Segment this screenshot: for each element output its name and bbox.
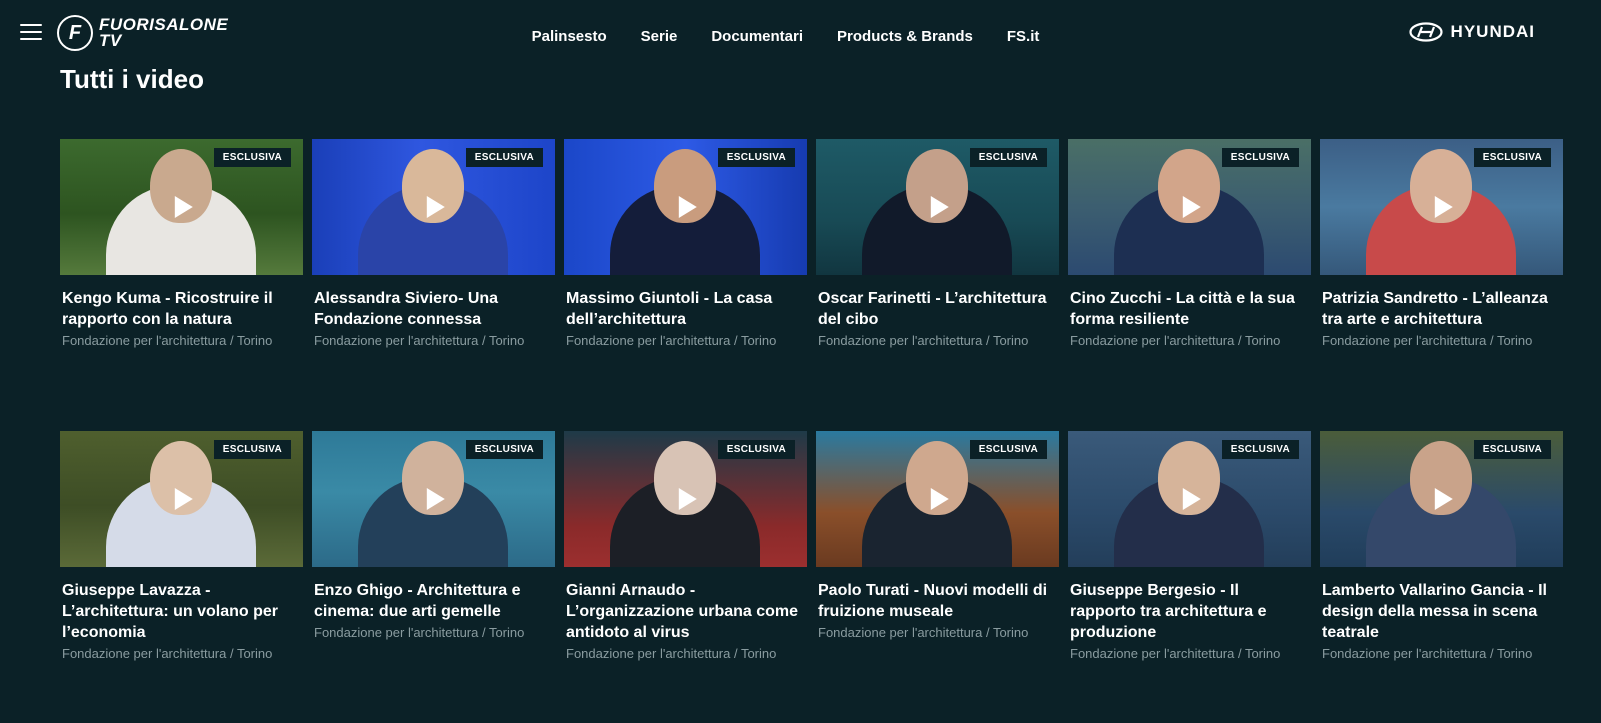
- video-card[interactable]: ESCLUSIVA Kengo Kuma - Ricostruire il ra…: [60, 139, 303, 411]
- hamburger-menu-icon[interactable]: [20, 24, 42, 40]
- video-subtitle: Fondazione per l'architettura / Torino: [1070, 646, 1281, 661]
- video-thumbnail[interactable]: ESCLUSIVA: [60, 139, 303, 275]
- nav-documentari[interactable]: Documentari: [711, 28, 803, 45]
- play-icon[interactable]: [1182, 488, 1201, 510]
- video-subtitle: Fondazione per l'architettura / Torino: [314, 625, 525, 640]
- video-title[interactable]: Massimo Giuntoli - La casa dell’architet…: [566, 288, 805, 330]
- play-icon[interactable]: [930, 196, 949, 218]
- video-thumbnail[interactable]: ESCLUSIVA: [60, 431, 303, 567]
- logo-wordmark: FUORISALONE TV: [99, 16, 228, 50]
- video-title[interactable]: Giuseppe Bergesio - Il rapporto tra arch…: [1070, 580, 1309, 643]
- nav-products-brands[interactable]: Products & Brands: [837, 28, 973, 45]
- video-subtitle: Fondazione per l'architettura / Torino: [1070, 333, 1281, 348]
- video-card[interactable]: ESCLUSIVA Oscar Farinetti - L’architettu…: [816, 139, 1059, 411]
- video-thumbnail[interactable]: ESCLUSIVA: [816, 139, 1059, 275]
- video-thumbnail[interactable]: ESCLUSIVA: [564, 431, 807, 567]
- top-header: F FUORISALONE TV Palinsesto Serie Docume…: [0, 0, 1601, 72]
- logo-mark: F: [57, 15, 93, 51]
- exclusive-badge: ESCLUSIVA: [465, 148, 543, 167]
- video-thumbnail[interactable]: ESCLUSIVA: [816, 431, 1059, 567]
- video-card[interactable]: ESCLUSIVA Enzo Ghigo - Architettura e ci…: [312, 431, 555, 703]
- video-row: ESCLUSIVA Giuseppe Lavazza - L’architett…: [60, 431, 1565, 703]
- play-icon[interactable]: [426, 488, 445, 510]
- hyundai-logo-icon: [1408, 22, 1443, 42]
- exclusive-badge: ESCLUSIVA: [717, 440, 795, 459]
- play-icon[interactable]: [426, 196, 445, 218]
- video-subtitle: Fondazione per l'architettura / Torino: [818, 625, 1029, 640]
- exclusive-badge: ESCLUSIVA: [213, 148, 291, 167]
- video-title[interactable]: Paolo Turati - Nuovi modelli di fruizion…: [818, 580, 1057, 622]
- play-icon[interactable]: [174, 488, 193, 510]
- play-icon[interactable]: [1434, 488, 1453, 510]
- video-card[interactable]: ESCLUSIVA Massimo Giuntoli - La casa del…: [564, 139, 807, 411]
- video-subtitle: Fondazione per l'architettura / Torino: [566, 646, 777, 661]
- video-subtitle: Fondazione per l'architettura / Torino: [1322, 333, 1533, 348]
- play-icon[interactable]: [1182, 196, 1201, 218]
- play-icon[interactable]: [1434, 196, 1453, 218]
- video-subtitle: Fondazione per l'architettura / Torino: [62, 646, 273, 661]
- video-title[interactable]: Enzo Ghigo - Architettura e cinema: due …: [314, 580, 553, 622]
- video-subtitle: Fondazione per l'architettura / Torino: [818, 333, 1029, 348]
- video-title[interactable]: Gianni Arnaudo - L’organizzazione urbana…: [566, 580, 805, 643]
- video-title[interactable]: Patrizia Sandretto - L’alleanza tra arte…: [1322, 288, 1561, 330]
- play-icon[interactable]: [678, 196, 697, 218]
- main-nav: Palinsesto Serie Documentari Products & …: [0, 0, 1601, 72]
- video-title[interactable]: Oscar Farinetti - L’architettura del cib…: [818, 288, 1057, 330]
- video-thumbnail[interactable]: ESCLUSIVA: [312, 431, 555, 567]
- exclusive-badge: ESCLUSIVA: [969, 148, 1047, 167]
- video-thumbnail[interactable]: ESCLUSIVA: [1068, 139, 1311, 275]
- exclusive-badge: ESCLUSIVA: [213, 440, 291, 459]
- sponsor-logo[interactable]: HYUNDAI: [1408, 22, 1535, 42]
- play-icon[interactable]: [930, 488, 949, 510]
- nav-palinsesto[interactable]: Palinsesto: [532, 28, 607, 45]
- exclusive-badge: ESCLUSIVA: [717, 148, 795, 167]
- video-title[interactable]: Lamberto Vallarino Gancia - Il design de…: [1322, 580, 1561, 643]
- video-card[interactable]: ESCLUSIVA Patrizia Sandretto - L’alleanz…: [1320, 139, 1563, 411]
- video-title[interactable]: Kengo Kuma - Ricostruire il rapporto con…: [62, 288, 301, 330]
- nav-fs-it[interactable]: FS.it: [1007, 28, 1040, 45]
- video-subtitle: Fondazione per l'architettura / Torino: [62, 333, 273, 348]
- video-card[interactable]: ESCLUSIVA Lamberto Vallarino Gancia - Il…: [1320, 431, 1563, 703]
- exclusive-badge: ESCLUSIVA: [1221, 148, 1299, 167]
- exclusive-badge: ESCLUSIVA: [969, 440, 1047, 459]
- video-thumbnail[interactable]: ESCLUSIVA: [1320, 431, 1563, 567]
- video-title[interactable]: Cino Zucchi - La città e la sua forma re…: [1070, 288, 1309, 330]
- nav-serie[interactable]: Serie: [641, 28, 678, 45]
- video-thumbnail[interactable]: ESCLUSIVA: [1068, 431, 1311, 567]
- video-subtitle: Fondazione per l'architettura / Torino: [314, 333, 525, 348]
- video-thumbnail[interactable]: ESCLUSIVA: [564, 139, 807, 275]
- exclusive-badge: ESCLUSIVA: [1221, 440, 1299, 459]
- play-icon[interactable]: [678, 488, 697, 510]
- video-thumbnail[interactable]: ESCLUSIVA: [312, 139, 555, 275]
- video-card[interactable]: ESCLUSIVA Alessandra Siviero- Una Fondaz…: [312, 139, 555, 411]
- section-title: Tutti i video: [60, 64, 204, 94]
- video-card[interactable]: ESCLUSIVA Giuseppe Lavazza - L’architett…: [60, 431, 303, 703]
- video-grid: ESCLUSIVA Kengo Kuma - Ricostruire il ra…: [60, 139, 1565, 723]
- video-row: ESCLUSIVA Kengo Kuma - Ricostruire il ra…: [60, 139, 1565, 411]
- play-icon[interactable]: [174, 196, 193, 218]
- video-subtitle: Fondazione per l'architettura / Torino: [566, 333, 777, 348]
- video-card[interactable]: ESCLUSIVA Giuseppe Bergesio - Il rapport…: [1068, 431, 1311, 703]
- logo-line-2: TV: [99, 31, 122, 50]
- video-card[interactable]: ESCLUSIVA Cino Zucchi - La città e la su…: [1068, 139, 1311, 411]
- video-subtitle: Fondazione per l'architettura / Torino: [1322, 646, 1533, 661]
- exclusive-badge: ESCLUSIVA: [465, 440, 543, 459]
- video-thumbnail[interactable]: ESCLUSIVA: [1320, 139, 1563, 275]
- video-title[interactable]: Alessandra Siviero- Una Fondazione conne…: [314, 288, 553, 330]
- exclusive-badge: ESCLUSIVA: [1473, 148, 1551, 167]
- video-card[interactable]: ESCLUSIVA Paolo Turati - Nuovi modelli d…: [816, 431, 1059, 703]
- exclusive-badge: ESCLUSIVA: [1473, 440, 1551, 459]
- video-title[interactable]: Giuseppe Lavazza - L’architettura: un vo…: [62, 580, 301, 643]
- video-card[interactable]: ESCLUSIVA Gianni Arnaudo - L’organizzazi…: [564, 431, 807, 703]
- fuorisalone-tv-logo[interactable]: F FUORISALONE TV: [57, 14, 228, 52]
- sponsor-name: HYUNDAI: [1450, 22, 1535, 41]
